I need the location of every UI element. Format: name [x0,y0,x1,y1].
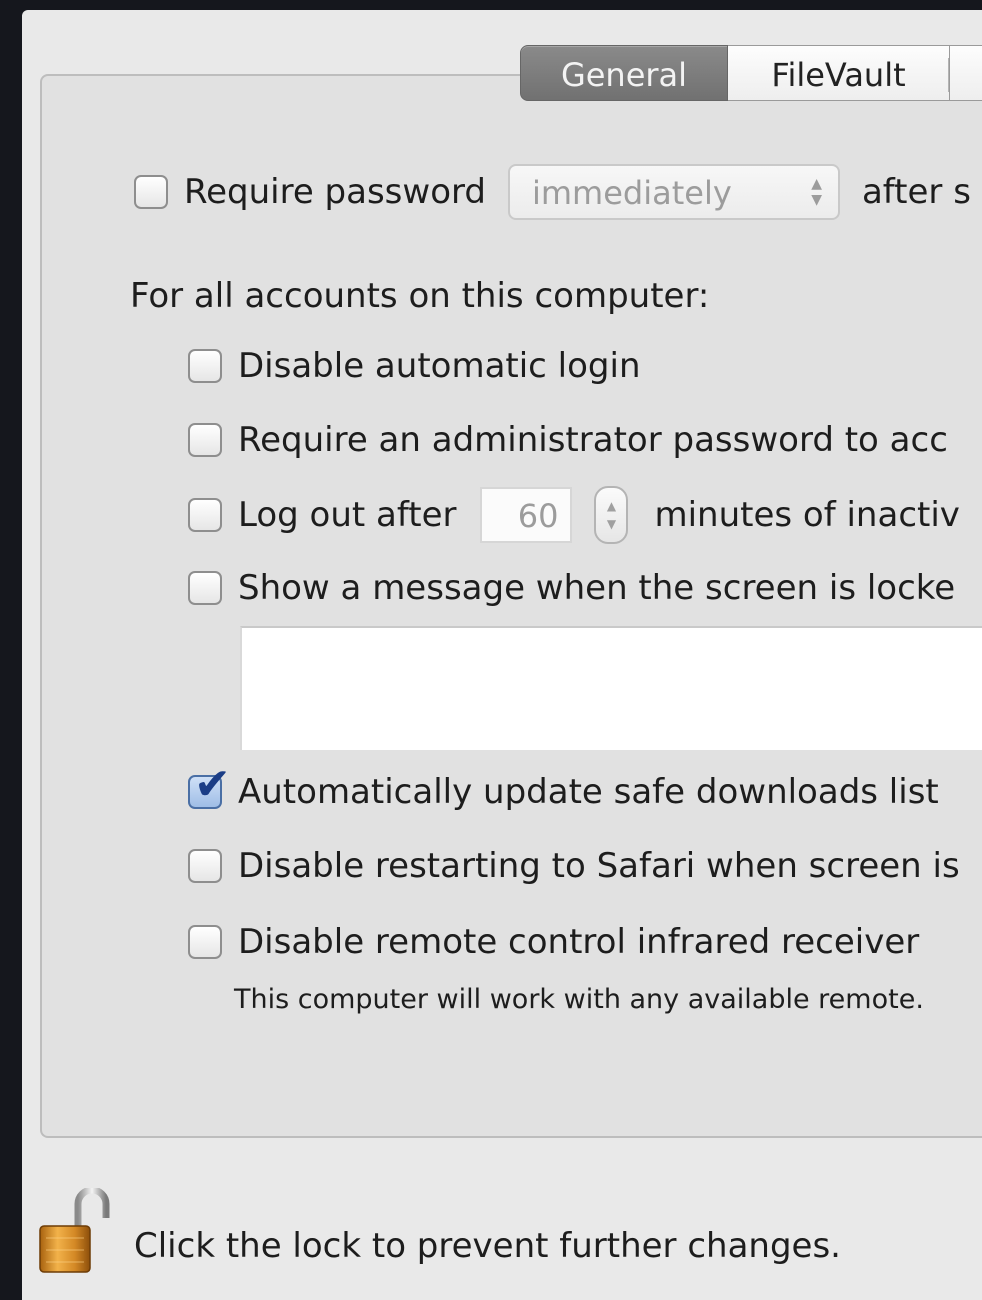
disable-remote-label: Disable remote control infrared receiver [238,922,920,962]
log-out-checkbox[interactable] [188,498,222,532]
disable-remote-row: Disable remote control infrared receiver [188,922,919,962]
disable-auto-login-row: Disable automatic login [188,346,641,386]
tab-firewall-partial[interactable] [950,45,982,101]
disable-restart-safari-label: Disable restarting to Safari when screen… [238,846,960,886]
all-accounts-heading-text: For all accounts on this computer: [130,276,710,316]
popup-arrows-icon: ▲ ▼ [811,176,822,208]
log-out-row: Log out after 60 ▲ ▼ minutes of inactiv [188,486,960,544]
disable-restart-safari-checkbox[interactable] [188,849,222,883]
tab-filevault[interactable]: FileVault [728,45,950,101]
require-admin-checkbox[interactable] [188,423,222,457]
lock-instruction-text: Click the lock to prevent further change… [134,1226,841,1266]
require-admin-row: Require an administrator password to acc [188,420,948,460]
disable-remote-checkbox[interactable] [188,925,222,959]
log-out-minutes-stepper[interactable]: ▲ ▼ [594,486,629,544]
remote-note: This computer will work with any availab… [234,984,924,1015]
auto-update-row: ✔ Automatically update safe downloads li… [188,763,939,812]
stepper-down-icon[interactable]: ▼ [607,515,616,533]
show-message-checkbox[interactable] [188,571,222,605]
log-out-minutes-field[interactable]: 60 [480,487,573,543]
auto-update-checkbox[interactable]: ✔ [188,763,231,809]
checkmark-icon: ✔ [194,759,231,810]
tab-general[interactable]: General [520,45,728,101]
require-password-delay-value: immediately [531,174,732,212]
tab-bar: General FileVault [520,45,982,103]
all-accounts-heading: For all accounts on this computer: [130,276,709,316]
disable-auto-login-checkbox[interactable] [188,349,222,383]
auto-update-label: Automatically update safe downloads list [238,772,939,812]
require-password-delay-popup[interactable]: immediately ▲ ▼ [507,164,840,220]
show-message-label: Show a message when the screen is locke [238,568,956,608]
show-message-row: Show a message when the screen is locke [188,568,955,608]
require-password-row: Require password immediately ▲ ▼ after s [134,164,971,220]
disable-restart-safari-row: Disable restarting to Safari when screen… [188,846,960,886]
require-admin-label: Require an administrator password to acc [238,420,948,460]
require-password-label: Require password [184,172,486,212]
lock-message-textarea[interactable] [240,626,982,750]
log-out-suffix: minutes of inactiv [654,495,960,535]
disable-auto-login-label: Disable automatic login [238,346,641,386]
stepper-up-icon[interactable]: ▲ [607,497,616,515]
require-password-checkbox[interactable] [134,175,168,209]
log-out-label: Log out after [238,495,457,535]
unlocked-padlock-icon[interactable] [38,1186,114,1274]
after-label: after s [861,172,971,212]
